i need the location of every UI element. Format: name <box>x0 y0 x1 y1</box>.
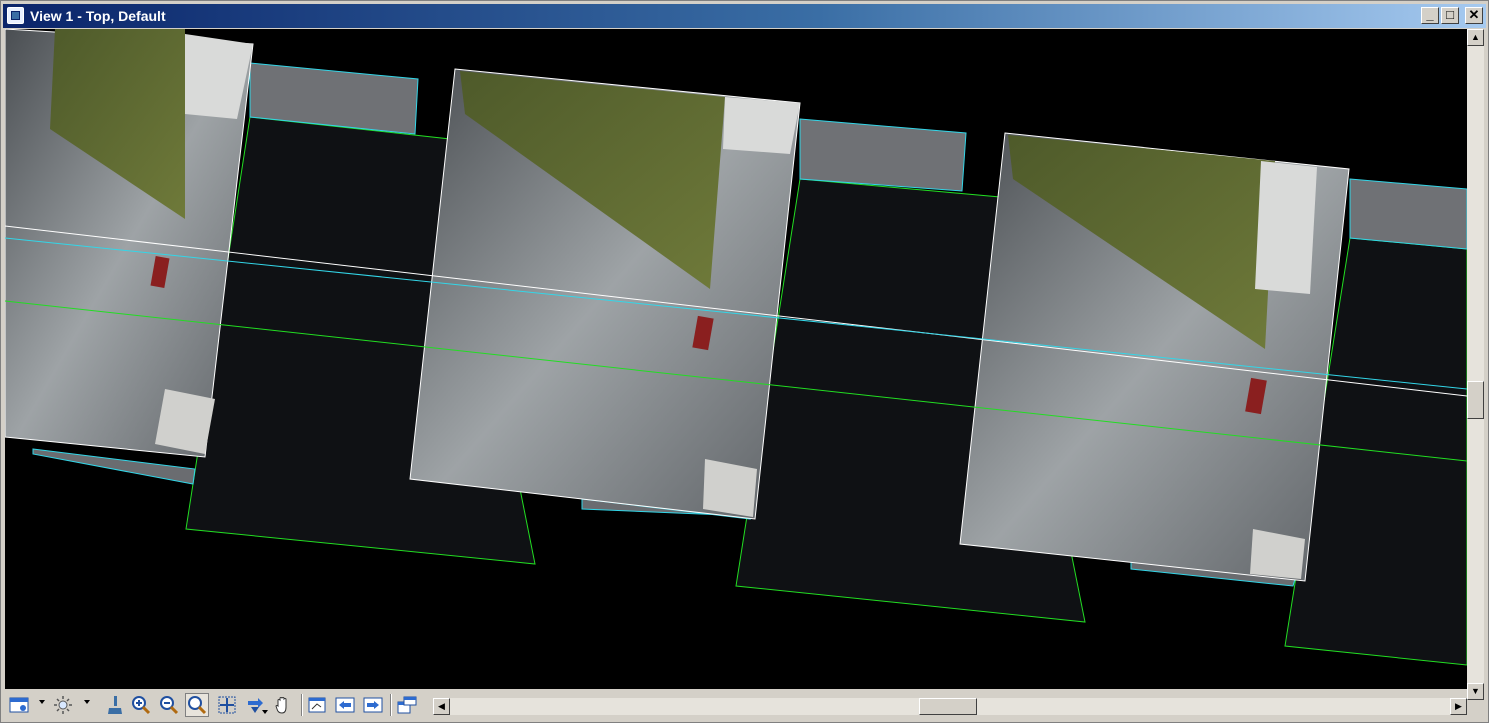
arrow-left-icon[interactable] <box>333 693 357 717</box>
view-previous-icon[interactable] <box>305 693 329 717</box>
display-style-dropdown-icon[interactable] <box>84 700 90 704</box>
toolbar-separator <box>390 694 392 716</box>
cyan-tile-3 <box>1349 178 1467 250</box>
view-attributes-dropdown-icon[interactable] <box>39 700 45 704</box>
rotate-view-dropdown-icon[interactable] <box>262 710 268 714</box>
image-tile-2 <box>409 68 801 520</box>
window-icon[interactable] <box>7 7 24 24</box>
view-attributes-icon[interactable] <box>7 693 31 717</box>
sun-icon[interactable] <box>51 693 75 717</box>
zoom-in-icon[interactable] <box>129 693 153 717</box>
scroll-down-button[interactable]: ▼ <box>1467 683 1484 700</box>
view-toolbar: ◀ ▶ <box>5 690 1467 720</box>
vertical-scroll-thumb[interactable] <box>1467 381 1484 419</box>
brush-icon[interactable] <box>103 693 127 717</box>
scroll-right-button[interactable]: ▶ <box>1450 698 1467 715</box>
scroll-left-button[interactable]: ◀ <box>433 698 450 715</box>
horizontal-scrollbar[interactable]: ◀ ▶ <box>433 698 1467 715</box>
title-bar[interactable]: View 1 - Top, Default _ □ ✕ <box>3 4 1486 28</box>
view-canvas[interactable] <box>5 29 1467 689</box>
minimize-button[interactable]: _ <box>1421 7 1439 24</box>
horizontal-scroll-thumb[interactable] <box>919 698 977 715</box>
fit-view-icon[interactable] <box>215 693 239 717</box>
view-window: View 1 - Top, Default _ □ ✕ ▲ ▼ ◀ ▶ <box>0 0 1489 723</box>
cyan-tile-2 <box>799 118 967 192</box>
image-tiles-canvas <box>5 29 1467 666</box>
close-button[interactable]: ✕ <box>1465 7 1483 24</box>
copy-view-icon[interactable] <box>395 693 419 717</box>
toolbar-separator <box>301 694 303 716</box>
zoom-out-icon[interactable] <box>157 693 181 717</box>
window-title: View 1 - Top, Default <box>30 8 166 24</box>
hand-icon[interactable] <box>271 693 295 717</box>
maximize-button[interactable]: □ <box>1441 7 1459 24</box>
window-area-icon[interactable] <box>185 693 209 717</box>
vertical-scrollbar[interactable]: ▲ ▼ <box>1467 29 1484 700</box>
arrow-right-icon[interactable] <box>361 693 385 717</box>
scroll-up-button[interactable]: ▲ <box>1467 29 1484 46</box>
